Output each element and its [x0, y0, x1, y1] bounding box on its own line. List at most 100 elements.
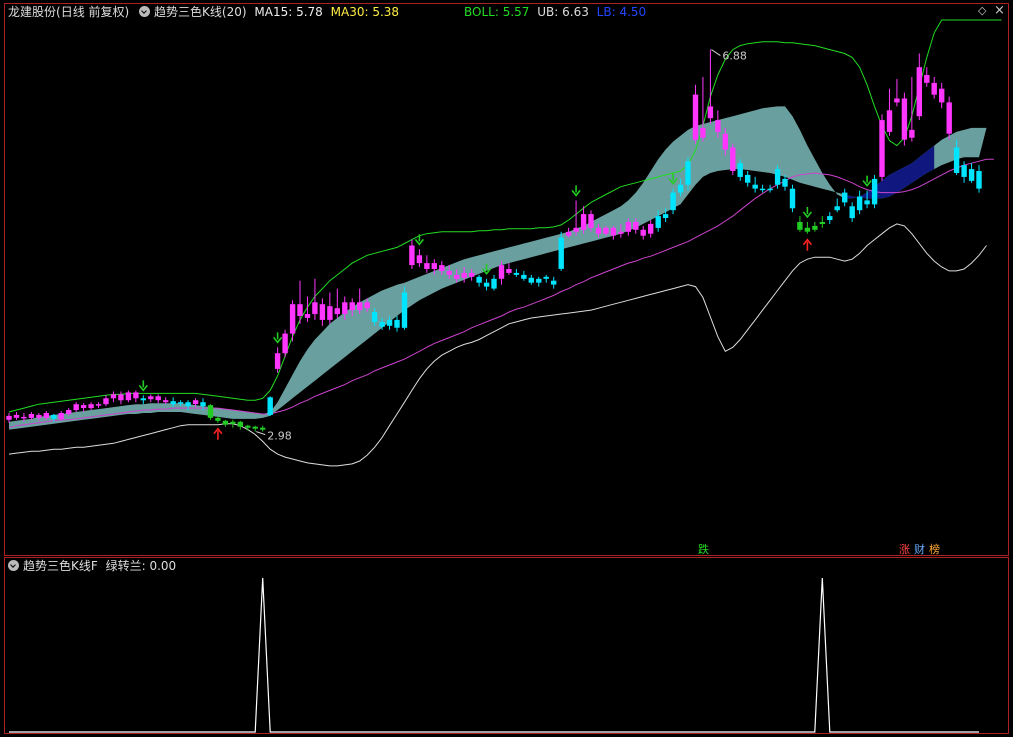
chevron-down-icon[interactable]	[139, 6, 151, 17]
candle-body	[976, 171, 982, 189]
up-arrow-icon	[802, 238, 813, 251]
trend-band-dark-area	[844, 145, 935, 199]
candle	[797, 216, 803, 232]
candle-body	[610, 227, 617, 236]
candle-body	[849, 206, 855, 219]
candle	[155, 394, 161, 404]
candle	[73, 402, 79, 412]
min-label-leader	[256, 431, 266, 436]
candle-body	[662, 214, 669, 218]
candle	[476, 274, 482, 287]
candle-body	[446, 270, 452, 275]
candle-body	[207, 405, 214, 418]
candle-body	[439, 265, 445, 271]
candle-body	[118, 394, 124, 401]
candle	[752, 176, 758, 193]
boll-header: BOLL: 5.57 UB: 6.63 LB: 4.50	[464, 5, 650, 19]
candle-body	[640, 229, 646, 236]
candle-body	[759, 188, 766, 191]
candle	[80, 403, 87, 412]
candle-body	[416, 255, 423, 264]
candle-body	[125, 392, 132, 401]
candle-body	[498, 265, 505, 279]
candle	[834, 198, 840, 213]
lb-value: LB: 4.50	[596, 5, 647, 19]
candle-body	[536, 278, 542, 283]
candle	[394, 316, 400, 332]
candle-body	[700, 127, 706, 138]
diamond-icon[interactable]: ◇	[978, 4, 986, 17]
candle	[692, 84, 699, 144]
candle-body	[200, 402, 206, 407]
main-panel-border	[4, 3, 1009, 556]
candle-body	[177, 402, 184, 404]
candle	[968, 163, 975, 183]
sub-indicator-line	[9, 577, 979, 733]
candle-body	[237, 421, 243, 427]
candle	[573, 200, 579, 236]
candle-body	[692, 94, 699, 140]
candle	[125, 390, 132, 403]
candle-body	[603, 227, 609, 234]
candle-body	[461, 272, 467, 278]
down-arrow-icon	[571, 185, 581, 197]
candle-body	[909, 129, 915, 138]
candle-body	[558, 237, 564, 269]
candle-body	[6, 415, 12, 420]
candle	[879, 114, 885, 181]
candle-body	[28, 414, 35, 418]
candle-body	[260, 427, 266, 430]
chevron-down-icon[interactable]	[8, 560, 19, 571]
candle	[6, 412, 12, 423]
candle	[13, 412, 20, 420]
candle-body	[842, 192, 848, 203]
signal-cai-label: 财	[914, 543, 925, 556]
trend-band	[9, 106, 987, 430]
candle	[924, 67, 930, 87]
candle-body	[401, 292, 408, 328]
candle	[491, 274, 497, 291]
down-arrow-icon	[138, 380, 148, 392]
candle-body	[685, 161, 691, 185]
candle-body	[222, 420, 229, 425]
candle-body	[580, 214, 587, 230]
candle-body	[357, 302, 363, 311]
candle-body	[80, 405, 87, 408]
down-arrow-icon	[272, 332, 283, 344]
candle-body	[707, 106, 714, 119]
candle-body	[871, 178, 878, 205]
candle-body	[454, 274, 460, 279]
candle-body	[371, 312, 378, 322]
candle	[401, 286, 408, 330]
ub-value: UB: 6.63	[537, 5, 589, 19]
candle	[730, 143, 736, 175]
candle-body	[946, 102, 952, 134]
candle-body	[43, 413, 49, 418]
candle-body	[245, 425, 251, 428]
candle	[409, 239, 415, 269]
candle	[237, 420, 243, 430]
candle	[327, 292, 333, 324]
candle-body	[289, 304, 296, 334]
candle-body	[297, 304, 303, 316]
candle	[133, 390, 139, 403]
sub-indicator-value: 绿转兰: 0.00	[105, 559, 177, 573]
close-icon[interactable]: ×	[994, 3, 1005, 18]
candle-body	[483, 282, 490, 287]
sub-header: 趋势三色K线F 绿转兰: 0.00	[8, 559, 180, 573]
candle	[856, 190, 863, 215]
candle	[536, 276, 542, 287]
candle-body	[342, 302, 348, 315]
candle	[558, 231, 564, 271]
candle-body	[192, 400, 199, 405]
trend-band-area	[9, 106, 987, 430]
indicator-name: 趋势三色K线(20)	[154, 5, 247, 19]
candle	[118, 391, 124, 405]
stock-name: 龙建股份	[8, 5, 57, 19]
candle-body	[588, 214, 594, 228]
candle-body	[304, 314, 311, 318]
candle	[804, 221, 811, 234]
candle	[207, 404, 214, 420]
candle	[700, 76, 706, 142]
max-label-leader	[711, 49, 721, 56]
